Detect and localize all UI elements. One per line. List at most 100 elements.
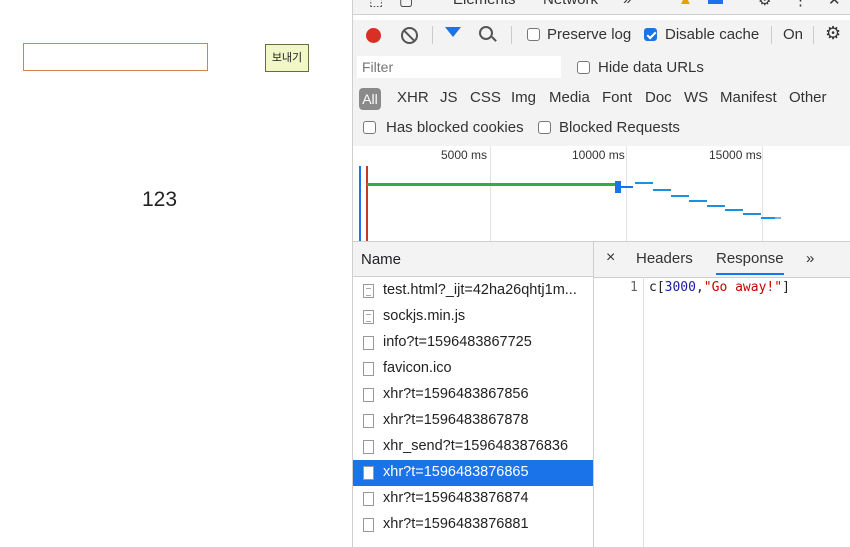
code-comma: , [695,280,704,295]
type-filter-ws[interactable]: WS [684,89,708,106]
line-number: 1 [630,280,638,295]
timeline-bar [635,182,653,184]
filter-icon[interactable] [445,27,461,37]
request-detail-panel: × Headers Response » 1 c[3000,"Go away!"… [594,242,850,547]
type-filter-other[interactable]: Other [789,89,827,106]
tab-headers[interactable]: Headers [636,250,693,267]
file-icon [363,336,374,350]
response-body[interactable]: c[3000,"Go away!"] [649,280,790,295]
request-name: xhr?t=1596483867856 [383,386,529,402]
blocked-requests-label: Blocked Requests [559,119,680,136]
timeline-bar [653,189,671,191]
timeline-bar [367,183,617,186]
name-column-header[interactable]: Name [353,242,593,277]
message-icon[interactable]: ▬ [708,0,723,8]
more-detail-tabs-icon[interactable]: » [806,250,814,267]
tab-network[interactable]: Network [543,0,598,8]
request-name: sockjs.min.js [383,308,466,324]
timeline-bar [707,205,725,207]
timeline-bar [725,209,743,211]
file-icon [363,414,374,428]
network-timeline[interactable]: 5000 ms 10000 ms 15000 ms [353,146,850,242]
throttling-select[interactable]: On [783,26,803,43]
request-row[interactable]: xhr?t=1596483867878 [353,408,593,434]
text-input[interactable] [23,43,208,71]
disable-cache-checkbox[interactable] [644,28,657,41]
request-row[interactable]: xhr_send?t=1596483876836 [353,434,593,460]
filter-bar: Hide data URLs All XHR JS CSS Img Media … [353,51,850,147]
clear-icon[interactable] [401,27,418,44]
file-icon [363,284,374,298]
file-icon [363,440,374,454]
hide-data-urls-checkbox[interactable] [577,61,590,74]
request-row[interactable]: xhr?t=1596483867856 [353,382,593,408]
type-filter-js[interactable]: JS [440,89,458,106]
type-filter-css[interactable]: CSS [470,89,501,106]
request-name: xhr?t=1596483876874 [383,490,529,506]
request-list: Name test.html?_ijt=42ha26qhtj1m...sockj… [353,242,594,547]
timeline-tick-label: 10000 ms [572,148,625,162]
network-toolbar: Preserve log Disable cache On ⚙ [353,20,850,52]
file-icon [363,492,374,506]
type-filter-img[interactable]: Img [511,89,536,106]
load-event-line [366,166,368,241]
request-name: info?t=1596483867725 [383,334,532,350]
type-filter-font[interactable]: Font [602,89,632,106]
type-filter-all[interactable]: All [359,88,381,110]
blocked-requests-checkbox[interactable] [538,121,551,134]
timeline-bar [743,213,761,215]
request-name: xhr_send?t=1596483876836 [383,438,569,454]
request-name: xhr?t=1596483876865 [383,464,529,480]
preserve-log-checkbox[interactable] [527,28,540,41]
file-icon [363,362,374,376]
request-row[interactable]: favicon.ico [353,356,593,382]
inspect-icon[interactable]: ⬚ [369,0,383,9]
timeline-bar [775,217,781,219]
type-filter-media[interactable]: Media [549,89,590,106]
timeline-bar [671,195,689,197]
filter-input[interactable] [357,56,561,78]
has-blocked-cookies-checkbox[interactable] [363,121,376,134]
code-suffix: ] [782,280,790,295]
device-toolbar-icon[interactable]: ▢ [399,0,413,9]
code-string: "Go away!" [703,280,783,295]
send-button[interactable]: 보내기 [265,44,309,72]
disable-cache-label: Disable cache [665,26,760,43]
timeline-tick-label: 5000 ms [441,148,488,162]
timeline-bar [761,217,775,219]
request-name: favicon.ico [383,360,452,376]
network-settings-icon[interactable]: ⚙ [825,23,841,44]
more-tabs-icon[interactable]: » [623,0,631,8]
close-devtools-icon[interactable]: ✕ [828,0,841,9]
kebab-menu-icon[interactable]: ⋮ [793,0,808,9]
has-blocked-cookies-label: Has blocked cookies [386,119,524,136]
request-row[interactable]: sockjs.min.js [353,304,593,330]
request-row[interactable]: xhr?t=1596483876874 [353,486,593,512]
type-filter-manifest[interactable]: Manifest [720,89,777,106]
preserve-log-label: Preserve log [547,26,632,43]
type-filter-doc[interactable]: Doc [645,89,672,106]
code-number: 3000 [664,280,696,295]
tab-response[interactable]: Response [716,250,784,275]
timeline-tick-label: 15000 ms [709,148,762,162]
detail-tabs: × Headers Response » [594,242,850,278]
search-icon[interactable] [479,26,497,42]
timeline-bar [689,200,707,202]
request-row[interactable]: info?t=1596483867725 [353,330,593,356]
code-prefix: c[ [649,280,665,295]
request-name: xhr?t=1596483876881 [383,516,529,532]
type-filter-xhr[interactable]: XHR [397,89,429,106]
request-row[interactable]: xhr?t=1596483876865 [353,460,593,486]
number-display: 123 [142,188,178,211]
request-row[interactable]: xhr?t=1596483876881 [353,512,593,538]
tab-elements[interactable]: Elements [453,0,516,8]
close-detail-icon[interactable]: × [606,249,615,267]
warning-icon[interactable]: ▲ [678,0,693,8]
request-row[interactable]: test.html?_ijt=42ha26qhtj1m... [353,278,593,304]
file-icon [363,466,374,480]
request-name: xhr?t=1596483867878 [383,412,529,428]
settings-icon[interactable]: ⚙ [758,0,771,9]
file-icon [363,310,374,324]
devtools-panel: ⬚ ▢ Elements Network » ▲ ▬ ⚙ ⋮ ✕ Preserv… [352,0,850,547]
record-button[interactable] [366,28,381,43]
